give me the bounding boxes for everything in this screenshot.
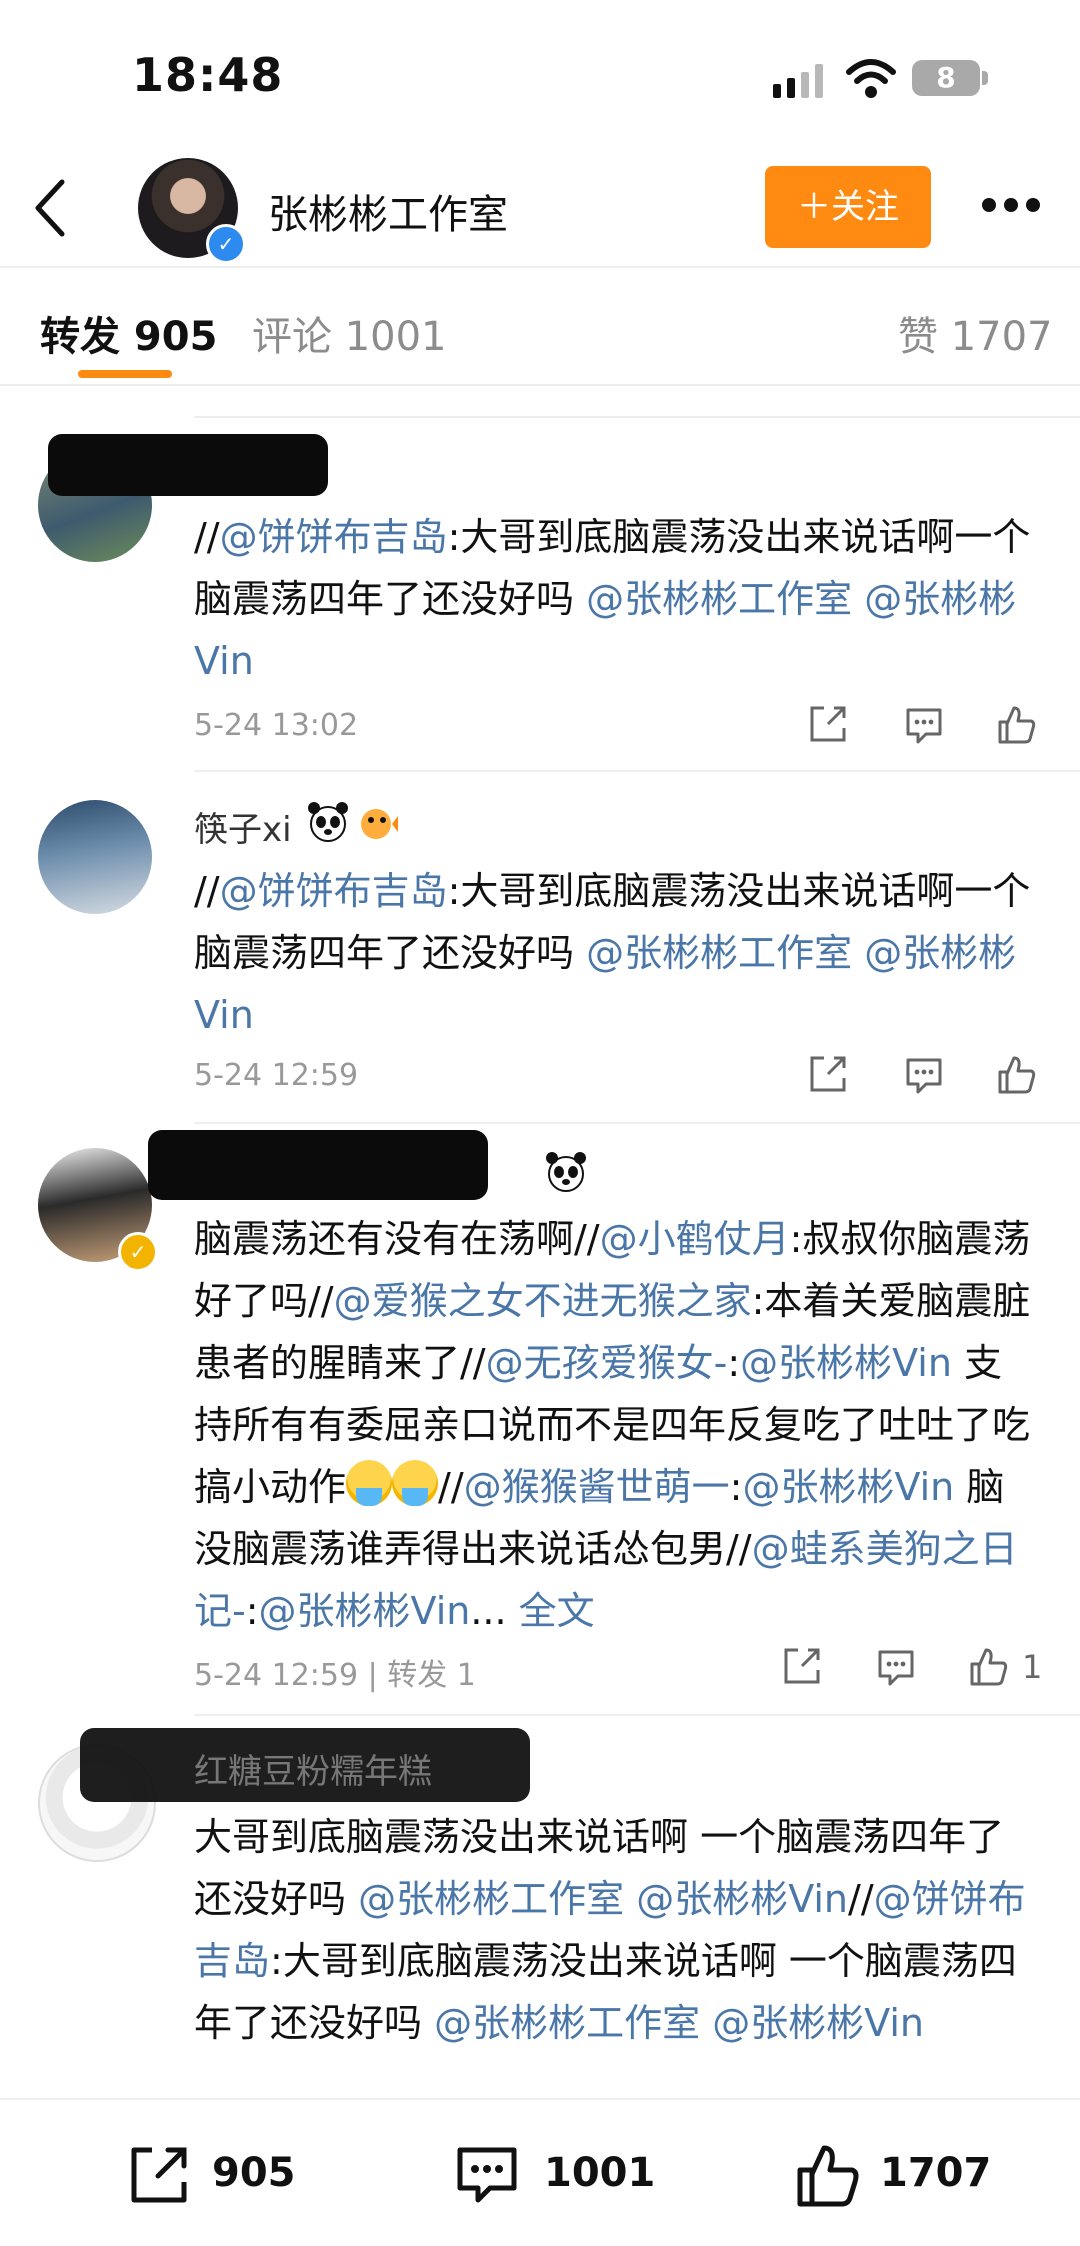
comment-segment: : [245, 1589, 259, 1633]
comment-segment: : [729, 1465, 743, 1509]
comment-segment: : [727, 1341, 741, 1385]
follow-button[interactable]: ＋关注 [765, 166, 931, 248]
like-icon[interactable] [994, 702, 1038, 746]
comment-segment: // [194, 515, 220, 559]
verified-icon: ✓ [118, 1232, 158, 1272]
share-icon[interactable] [780, 1644, 824, 1688]
comment-text: //@饼饼布吉岛:大哥到底脑震荡没出来说话啊一个脑震荡四年了还没好吗 @张彬彬工… [194, 860, 1034, 1046]
mention-link[interactable]: @张彬彬工作室 [434, 2001, 700, 2045]
header-divider [0, 266, 1080, 268]
like-icon[interactable] [966, 1644, 1010, 1688]
comment-segment: // [438, 1465, 464, 1509]
share-icon[interactable] [806, 1052, 850, 1096]
comment-segment: ... [470, 1589, 519, 1633]
back-icon[interactable] [30, 178, 70, 238]
mention-link[interactable]: @张彬彬Vin [740, 1341, 952, 1385]
mention-link[interactable]: @猴猴酱世萌一 [464, 1465, 730, 1509]
signal-icon [773, 64, 823, 98]
comment-segment [700, 2001, 712, 2045]
tab-like[interactable]: 赞 1707 [898, 304, 1053, 362]
tabs-divider [0, 384, 1080, 386]
comment-icon[interactable] [902, 1054, 946, 1098]
mention-link[interactable]: @张彬彬Vin [259, 1589, 471, 1633]
bottom-bar-divider [0, 2098, 1080, 2100]
comment-text: //@饼饼布吉岛:大哥到底脑震荡没出来说话啊一个脑震荡四年了还没好吗 @张彬彬工… [194, 506, 1034, 692]
comment-segment [852, 577, 864, 621]
user-name[interactable]: 红糖豆粉糯年糕 [194, 1744, 432, 1793]
mention-link[interactable]: @张彬彬Vin [636, 1877, 848, 1921]
comment-count[interactable]: 1001 [544, 2150, 655, 2196]
comment-text: 大哥到底脑震荡没出来说话啊 一个脑震荡四年了还没好吗 @张彬彬工作室 @张彬彬V… [194, 1806, 1034, 2054]
item-separator [194, 770, 1080, 772]
tab-comment[interactable]: 评论 1001 [252, 304, 447, 362]
status-time: 18:48 [132, 48, 284, 102]
comment-icon[interactable] [874, 1646, 918, 1690]
panda-icon [546, 1152, 586, 1192]
share-icon[interactable] [806, 702, 850, 746]
item-separator [194, 416, 1080, 418]
mention-link[interactable]: @小鹤仗月 [600, 1217, 790, 1261]
tab-repost[interactable]: 转发 905 [40, 304, 217, 362]
like-count[interactable]: 1707 [880, 2150, 991, 2196]
mention-link[interactable]: @张彬彬Vin [742, 1465, 954, 1509]
pufferfish-icon [361, 809, 398, 839]
comment-time: 5-24 12:59 [194, 1058, 359, 1093]
mention-link[interactable]: @饼饼布吉岛 [220, 869, 448, 913]
comment-icon[interactable] [902, 704, 946, 748]
share-icon[interactable] [124, 2140, 194, 2210]
comment-segment [852, 931, 864, 975]
mention-link[interactable]: @饼饼布吉岛 [220, 515, 448, 559]
mention-link[interactable]: @无孩爱猴女- [486, 1341, 728, 1385]
comment-icon[interactable] [452, 2140, 522, 2210]
mention-link[interactable]: @爱猴之女不进无猴之家 [334, 1279, 752, 1323]
like-count: 1 [1022, 1648, 1043, 1686]
item-separator [194, 1122, 1080, 1124]
more-icon[interactable] [980, 196, 1042, 214]
mention-link[interactable]: 全文 [519, 1589, 595, 1633]
comment-segment: 脑震荡还有没有在荡啊// [194, 1217, 600, 1261]
redaction-mark [48, 434, 328, 496]
page-title: 张彬彬工作室 [268, 192, 508, 238]
like-icon[interactable] [792, 2140, 862, 2210]
comment-segment [624, 1877, 636, 1921]
battery-icon: 8 [912, 60, 980, 96]
comment-segment: // [194, 869, 220, 913]
repost-count[interactable]: 905 [212, 2150, 296, 2196]
comment-text: 脑震荡还有没有在荡啊//@小鹤仗月:叔叔你脑震荡好了吗//@爱猴之女不进无猴之家… [194, 1208, 1034, 1642]
mention-link[interactable]: @张彬彬Vin [712, 2001, 924, 2045]
tab-indicator [78, 370, 172, 378]
crying-emoji [392, 1460, 439, 1506]
comment-time: 5-24 12:59 | 转发 1 [194, 1658, 476, 1693]
redaction-mark [148, 1130, 488, 1200]
crying-emoji [346, 1460, 393, 1506]
mention-link[interactable]: @张彬彬工作室 [586, 577, 852, 621]
user-name[interactable]: 筷子xi [194, 802, 292, 851]
comment-time: 5-24 13:02 [194, 708, 359, 743]
comment-segment: // [848, 1877, 874, 1921]
wifi-icon [846, 59, 896, 98]
avatar[interactable] [38, 800, 152, 914]
battery-tip [982, 71, 988, 85]
verified-icon: ✓ [206, 224, 246, 264]
mention-link[interactable]: @张彬彬工作室 [358, 1877, 624, 1921]
mention-link[interactable]: @张彬彬工作室 [586, 931, 852, 975]
item-separator [194, 1714, 1080, 1716]
like-icon[interactable] [994, 1052, 1038, 1096]
panda-icon [308, 802, 348, 842]
